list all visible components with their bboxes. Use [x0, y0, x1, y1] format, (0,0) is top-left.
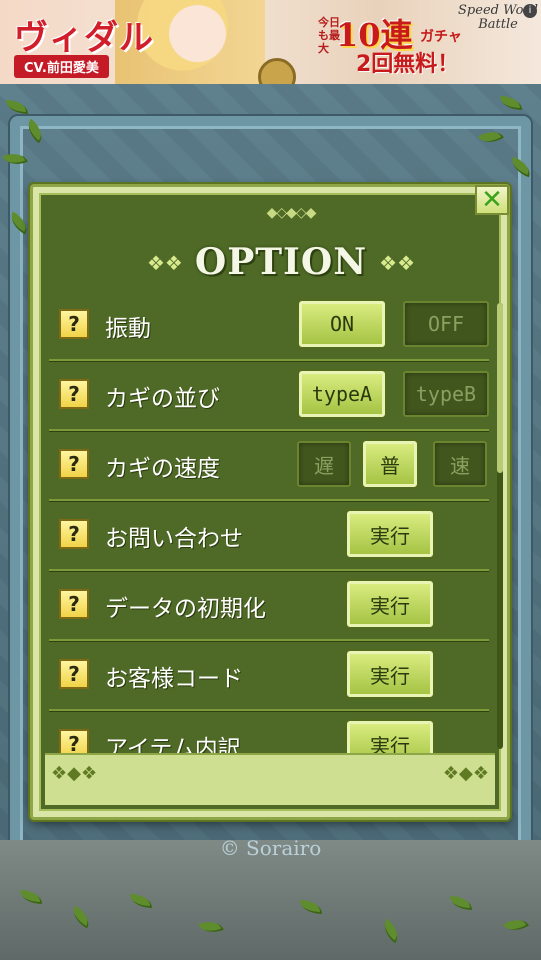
footer-ornament-right: ❖◆❖: [442, 763, 489, 784]
option-label: お問い合わせ: [105, 526, 243, 552]
help-icon[interactable]: ?: [59, 379, 89, 409]
key-layout-type-b-button[interactable]: typeB: [403, 371, 489, 417]
help-icon[interactable]: ?: [59, 519, 89, 549]
data-reset-execute-button[interactable]: 実行: [347, 581, 433, 627]
title-ornament-left: ❖❖: [147, 251, 183, 275]
option-label: お客様コード: [105, 666, 243, 692]
option-row-vibration: ? 振動 ON OFF: [49, 289, 489, 361]
option-row-key-layout: ? カギの並び typeA typeB: [49, 359, 489, 431]
ad-banner[interactable]: ヴィダル CV.前田愛美 今日も最大 10連 ガチャ 2回無料！ Speed W…: [0, 0, 541, 84]
option-label: カギの並び: [105, 386, 220, 412]
close-button[interactable]: ✕: [475, 185, 509, 215]
help-icon[interactable]: ?: [59, 309, 89, 339]
banner-promo-free: 2回無料！: [356, 52, 460, 77]
help-icon[interactable]: ?: [59, 589, 89, 619]
dialog-title: OPTION: [194, 241, 368, 283]
option-dialog: ◆◇◆◇◆ ❖❖ OPTION ❖❖ ? 振動 ON OFF ? カギの並び t…: [30, 184, 510, 820]
key-speed-slow-button[interactable]: 遅: [297, 441, 351, 487]
close-icon: ✕: [481, 185, 503, 215]
help-icon[interactable]: ?: [59, 449, 89, 479]
info-icon[interactable]: i: [523, 4, 537, 18]
scrollbar[interactable]: [497, 303, 503, 749]
banner-promo-gacha: ガチャ: [420, 29, 462, 45]
footer-ornament-left: ❖◆❖: [51, 763, 98, 784]
contact-execute-button[interactable]: 実行: [347, 511, 433, 557]
ornament-top: ◆◇◆◇◆: [266, 205, 317, 221]
option-row-data-reset: ? データの初期化 実行: [49, 569, 489, 641]
option-list[interactable]: ? 振動 ON OFF ? カギの並び typeA typeB ? カギの速度 …: [49, 289, 497, 765]
option-row-key-speed: ? カギの速度 遅 普 速: [49, 429, 489, 501]
option-panel: ◆◇◆◇◆ ❖❖ OPTION ❖❖ ? 振動 ON OFF ? カギの並び t…: [39, 193, 503, 811]
vine-decoration-bottom: [0, 880, 541, 960]
option-label: 振動: [105, 316, 151, 342]
option-row-customer-code: ? お客様コード 実行: [49, 639, 489, 711]
banner-voice-credit: CV.前田愛美: [14, 55, 109, 78]
customer-code-execute-button[interactable]: 実行: [347, 651, 433, 697]
banner-coin-icon: [258, 58, 296, 84]
title-area: ❖❖ OPTION ❖❖: [147, 239, 415, 287]
vibration-on-button[interactable]: ON: [299, 301, 385, 347]
option-label: カギの速度: [105, 456, 220, 482]
banner-character-name: ヴィダル: [14, 18, 154, 58]
key-speed-fast-button[interactable]: 速: [433, 441, 487, 487]
vibration-off-button[interactable]: OFF: [403, 301, 489, 347]
option-row-contact: ? お問い合わせ 実行: [49, 499, 489, 571]
title-ornament-right: ❖❖: [379, 251, 415, 275]
help-icon[interactable]: ?: [59, 659, 89, 689]
key-layout-type-a-button[interactable]: typeA: [299, 371, 385, 417]
option-label: データの初期化: [105, 596, 266, 622]
key-speed-normal-button[interactable]: 普: [363, 441, 417, 487]
scrollbar-thumb[interactable]: [497, 303, 503, 473]
dialog-footer-ornament: ❖◆❖ ❖◆❖: [45, 753, 495, 805]
copyright-text: © Sorairo: [219, 836, 322, 860]
